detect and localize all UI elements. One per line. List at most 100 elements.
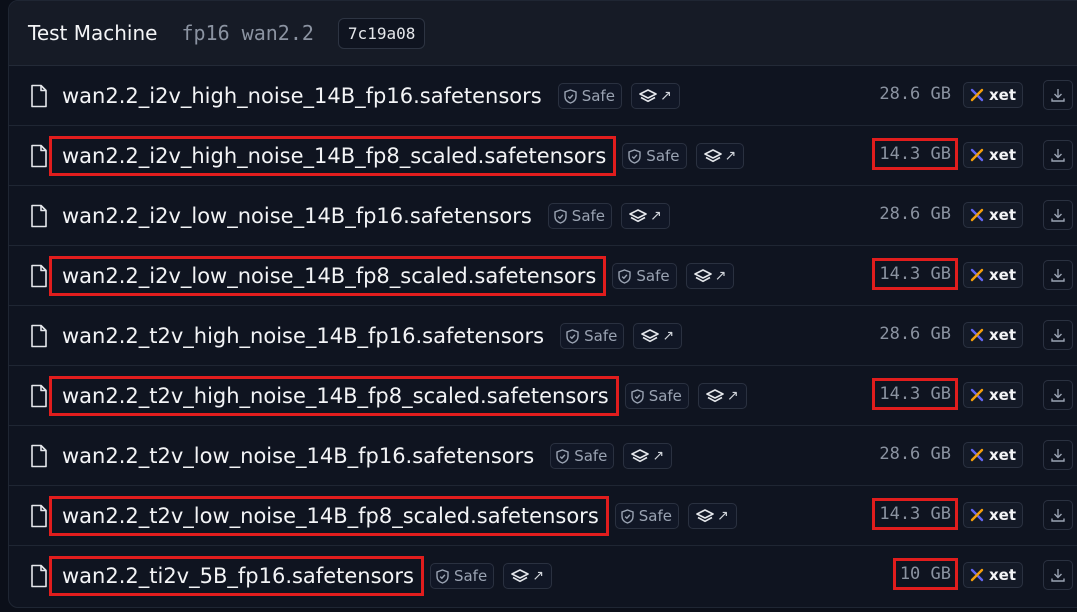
download-button[interactable] bbox=[1043, 440, 1073, 470]
file-icon bbox=[29, 504, 49, 528]
file-name-link[interactable]: wan2.2_t2v_low_noise_14B_fp16.safetensor… bbox=[51, 438, 542, 474]
safe-badge[interactable]: Safe bbox=[612, 263, 677, 289]
layers-icon bbox=[639, 89, 657, 103]
file-name-link[interactable]: wan2.2_i2v_high_noise_14B_fp16.safetenso… bbox=[51, 78, 550, 114]
safe-badge[interactable]: Safe bbox=[624, 383, 689, 409]
file-name-link[interactable]: wan2.2_t2v_high_noise_14B_fp8_scaled.saf… bbox=[49, 376, 619, 416]
safe-badge[interactable]: Safe bbox=[550, 443, 615, 469]
layers-icon bbox=[631, 449, 650, 463]
safe-label: Safe bbox=[646, 147, 680, 165]
safe-badge[interactable]: Safe bbox=[557, 83, 622, 109]
download-icon bbox=[1050, 267, 1066, 283]
file-name-link[interactable]: wan2.2_t2v_low_noise_14B_fp8_scaled.safe… bbox=[49, 496, 609, 536]
commit-badge[interactable]: 7c19a08 bbox=[337, 17, 426, 49]
layers-badge[interactable]: ↗ bbox=[688, 503, 737, 529]
file-name-group: wan2.2_i2v_low_noise_14B_fp16.safetensor… bbox=[51, 197, 670, 235]
xet-badge[interactable]: xet bbox=[962, 382, 1023, 408]
layers-badge[interactable]: ↗ bbox=[685, 263, 735, 289]
xet-label: xet bbox=[988, 266, 1016, 284]
safe-badge[interactable]: Safe bbox=[560, 323, 625, 349]
xet-badge[interactable]: xet bbox=[962, 202, 1023, 228]
layers-icon bbox=[703, 149, 722, 163]
safe-label: Safe bbox=[574, 447, 608, 465]
layers-badge[interactable]: ↗ bbox=[697, 383, 747, 409]
file-size: 28.6 GB bbox=[879, 444, 951, 464]
safe-label: Safe bbox=[571, 207, 606, 225]
safe-badge[interactable]: Safe bbox=[547, 203, 613, 229]
file-name-link[interactable]: wan2.2_i2v_low_noise_14B_fp8_scaled.safe… bbox=[48, 256, 607, 296]
file-icon bbox=[29, 384, 49, 408]
file-name-link[interactable]: wan2.2_i2v_high_noise_14B_fp8_scaled.saf… bbox=[48, 136, 617, 176]
file-list-panel: Test Machine fp16 wan2.2 7c19a08 wan2.2_… bbox=[8, 0, 1077, 608]
download-button[interactable] bbox=[1043, 500, 1073, 530]
file-size: 28.6 GB bbox=[879, 84, 951, 104]
download-button[interactable] bbox=[1043, 260, 1073, 290]
shield-check-icon bbox=[436, 568, 449, 584]
xet-badge[interactable]: xet bbox=[962, 502, 1023, 528]
file-name-group: wan2.2_t2v_high_noise_14B_fp16.safetenso… bbox=[51, 317, 683, 355]
file-name-link[interactable]: wan2.2_i2v_low_noise_14B_fp16.safetensor… bbox=[51, 198, 540, 234]
xet-icon bbox=[970, 148, 984, 162]
download-button[interactable] bbox=[1043, 320, 1073, 350]
safe-badge[interactable]: Safe bbox=[614, 503, 679, 529]
file-name-group: wan2.2_i2v_low_noise_14B_fp8_scaled.safe… bbox=[48, 256, 735, 296]
download-icon bbox=[1050, 327, 1066, 343]
external-link-icon: ↗ bbox=[652, 448, 665, 464]
file-name-group: wan2.2_i2v_high_noise_14B_fp16.safetenso… bbox=[51, 77, 680, 115]
file-size: 14.3 GB bbox=[872, 378, 958, 410]
safe-badge[interactable]: Safe bbox=[429, 563, 495, 589]
xet-label: xet bbox=[988, 566, 1016, 584]
file-icon bbox=[29, 264, 49, 288]
file-name-link[interactable]: wan2.2_t2v_high_noise_14B_fp16.safetenso… bbox=[51, 318, 552, 354]
layers-badge[interactable]: ↗ bbox=[503, 563, 552, 589]
safe-label: Safe bbox=[581, 87, 615, 105]
shield-check-icon bbox=[618, 268, 632, 284]
file-icon bbox=[29, 204, 49, 228]
file-icon bbox=[29, 144, 49, 168]
file-icon bbox=[29, 564, 49, 588]
external-link-icon: ↗ bbox=[717, 508, 729, 524]
file-name-group: wan2.2_i2v_high_noise_14B_fp8_scaled.saf… bbox=[48, 136, 745, 176]
download-button[interactable] bbox=[1043, 140, 1073, 170]
file-size: 28.6 GB bbox=[879, 324, 951, 344]
layers-badge[interactable]: ↗ bbox=[621, 203, 670, 229]
download-button[interactable] bbox=[1043, 380, 1073, 410]
download-button[interactable] bbox=[1043, 200, 1073, 230]
file-row: wan2.2_ti2v_5B_fp16.safetensors Safe ↗ 10 G… bbox=[9, 546, 1077, 605]
file-row: wan2.2_t2v_low_noise_14B_fp16.safetensor… bbox=[9, 426, 1077, 486]
file-rows: wan2.2_i2v_high_noise_14B_fp16.safetenso… bbox=[9, 66, 1077, 605]
xet-badge[interactable]: xet bbox=[962, 322, 1023, 348]
download-icon bbox=[1050, 207, 1066, 223]
xet-icon bbox=[970, 88, 984, 102]
xet-badge[interactable]: xet bbox=[962, 262, 1023, 288]
xet-badge[interactable]: xet bbox=[962, 442, 1023, 468]
machine-title: Test Machine bbox=[28, 21, 158, 45]
download-button[interactable] bbox=[1043, 560, 1073, 590]
xet-icon bbox=[970, 268, 984, 282]
xet-badge[interactable]: xet bbox=[962, 82, 1023, 108]
shield-check-icon bbox=[628, 148, 641, 164]
xet-badge[interactable]: xet bbox=[962, 142, 1023, 168]
file-size: 14.3 GB bbox=[872, 138, 958, 170]
layers-badge[interactable]: ↗ bbox=[630, 83, 680, 109]
shield-check-icon bbox=[621, 508, 634, 524]
xet-badge[interactable]: xet bbox=[962, 562, 1023, 588]
layers-badge[interactable]: ↗ bbox=[633, 323, 683, 349]
file-size: 14.3 GB bbox=[872, 498, 958, 530]
download-button[interactable] bbox=[1043, 80, 1073, 110]
file-row: wan2.2_t2v_low_noise_14B_fp8_scaled.safe… bbox=[9, 486, 1077, 546]
layers-badge[interactable]: ↗ bbox=[623, 443, 673, 469]
file-row: wan2.2_i2v_high_noise_14B_fp16.safetenso… bbox=[9, 66, 1077, 126]
safe-badge[interactable]: Safe bbox=[622, 143, 687, 169]
download-icon bbox=[1050, 567, 1066, 583]
shield-check-icon bbox=[566, 328, 579, 344]
layers-badge[interactable]: ↗ bbox=[695, 143, 745, 169]
file-icon bbox=[29, 84, 49, 108]
external-link-icon: ↗ bbox=[714, 268, 727, 284]
xet-label: xet bbox=[988, 446, 1016, 464]
external-link-icon: ↗ bbox=[726, 388, 739, 404]
download-icon bbox=[1050, 387, 1066, 403]
safe-label: Safe bbox=[584, 327, 618, 345]
file-name-link[interactable]: wan2.2_ti2v_5B_fp16.safetensors bbox=[49, 556, 424, 596]
layers-icon bbox=[693, 269, 712, 283]
